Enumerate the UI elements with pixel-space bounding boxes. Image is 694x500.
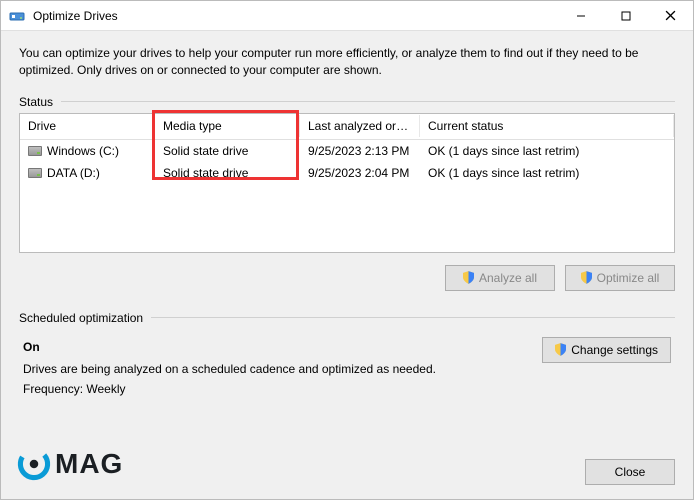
- content-area: You can optimize your drives to help you…: [1, 31, 693, 449]
- status-section-label: Status: [19, 95, 675, 109]
- titlebar: Optimize Drives: [1, 1, 693, 31]
- optimize-all-button[interactable]: Optimize all: [565, 265, 675, 291]
- status-label-text: Status: [19, 95, 53, 109]
- drive-list-wrap: Drive Media type Last analyzed or o... C…: [19, 113, 675, 253]
- divider: [61, 101, 675, 102]
- minimize-button[interactable]: [558, 1, 603, 31]
- cell-media: Solid state drive: [155, 164, 300, 182]
- column-header-status[interactable]: Current status: [420, 115, 674, 137]
- shield-icon: [463, 271, 474, 284]
- close-label: Close: [615, 465, 646, 479]
- close-button[interactable]: Close: [585, 459, 675, 485]
- divider: [151, 317, 675, 318]
- table-row[interactable]: DATA (D:) Solid state drive 9/25/2023 2:…: [20, 162, 674, 184]
- column-header-media[interactable]: Media type: [155, 115, 300, 137]
- close-window-button[interactable]: [648, 1, 693, 31]
- cell-last: 9/25/2023 2:04 PM: [300, 164, 420, 182]
- maximize-button[interactable]: [603, 1, 648, 31]
- cell-media: Solid state drive: [155, 142, 300, 160]
- cell-status: OK (1 days since last retrim): [420, 142, 674, 160]
- shield-icon: [581, 271, 592, 284]
- cell-drive: Windows (C:): [20, 142, 155, 160]
- column-header-last[interactable]: Last analyzed or o...: [300, 115, 420, 137]
- table-row[interactable]: Windows (C:) Solid state drive 9/25/2023…: [20, 140, 674, 162]
- frequency-value: Weekly: [86, 382, 125, 396]
- analyze-all-button[interactable]: Analyze all: [445, 265, 555, 291]
- scheduled-label-text: Scheduled optimization: [19, 311, 143, 325]
- watermark-logo: MAG: [17, 447, 123, 481]
- analyze-all-label: Analyze all: [479, 271, 537, 285]
- logo-icon: [17, 447, 51, 481]
- app-icon: [9, 8, 25, 24]
- scheduled-section: Scheduled optimization On Drives are bei…: [19, 311, 675, 400]
- window-title: Optimize Drives: [33, 9, 558, 23]
- scheduled-body: On Drives are being analyzed on a schedu…: [19, 337, 675, 400]
- drive-listview[interactable]: Drive Media type Last analyzed or o... C…: [19, 113, 675, 253]
- logo-text: MAG: [55, 448, 123, 480]
- frequency-label: Frequency:: [23, 382, 83, 396]
- optimize-all-label: Optimize all: [597, 271, 660, 285]
- scheduled-on: On: [23, 337, 436, 357]
- drive-name: DATA (D:): [47, 166, 100, 180]
- action-button-row: Analyze all Optimize all: [19, 265, 675, 291]
- description-text: You can optimize your drives to help you…: [19, 45, 675, 79]
- shield-icon: [555, 343, 566, 356]
- scheduled-desc: Drives are being analyzed on a scheduled…: [23, 359, 436, 379]
- optimize-drives-window: Optimize Drives You can optimize your dr…: [0, 0, 694, 500]
- cell-drive: DATA (D:): [20, 164, 155, 182]
- drive-name: Windows (C:): [47, 144, 119, 158]
- drive-icon: [28, 146, 42, 156]
- scheduled-section-label: Scheduled optimization: [19, 311, 675, 325]
- scheduled-text: On Drives are being analyzed on a schedu…: [23, 337, 436, 400]
- cell-status: OK (1 days since last retrim): [420, 164, 674, 182]
- listview-header: Drive Media type Last analyzed or o... C…: [20, 114, 674, 140]
- column-header-drive[interactable]: Drive: [20, 115, 155, 137]
- change-settings-label: Change settings: [571, 343, 658, 357]
- cell-last: 9/25/2023 2:13 PM: [300, 142, 420, 160]
- scheduled-frequency: Frequency: Weekly: [23, 379, 436, 399]
- change-settings-button[interactable]: Change settings: [542, 337, 671, 363]
- drive-icon: [28, 168, 42, 178]
